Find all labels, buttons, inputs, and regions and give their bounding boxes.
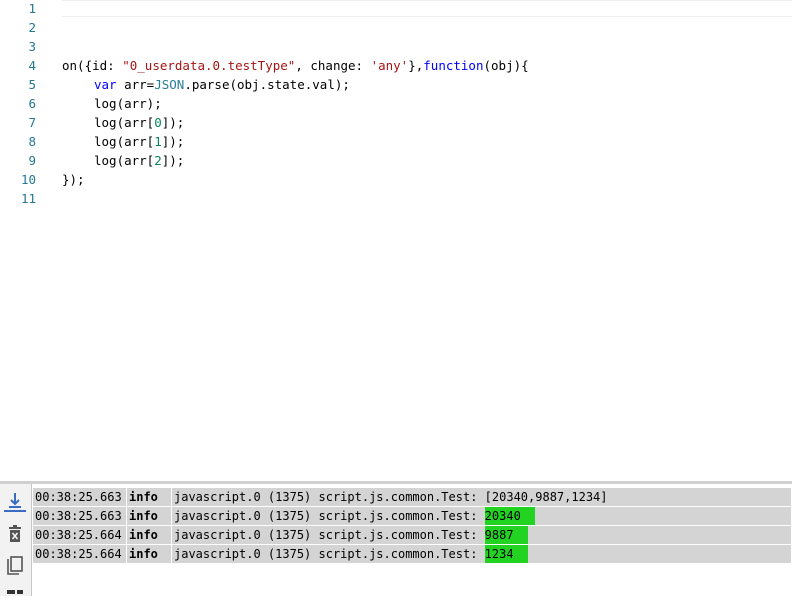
log-time: 00:38:25.663 xyxy=(33,507,126,525)
copy-icon[interactable] xyxy=(3,554,27,578)
code-token: log(arr[ xyxy=(94,153,155,168)
code-token: log(arr); xyxy=(94,96,162,111)
log-message: javascript.0 (1375) script.js.common.Tes… xyxy=(172,488,791,506)
line-number: 11 xyxy=(20,191,36,206)
code-token-keyword: function xyxy=(423,58,484,73)
log-time: 00:38:25.664 xyxy=(33,526,126,544)
code-line-7[interactable]: log(arr[0]); xyxy=(62,113,184,132)
log-row: 00:38:25.664 info javascript.0 (1375) sc… xyxy=(33,526,791,544)
line-number: 7 xyxy=(28,115,36,130)
log-value-highlight: 1234 xyxy=(484,545,528,563)
code-token-number: 0 xyxy=(154,115,162,130)
log-source: javascript.0 (1375) script.js.common.Tes… xyxy=(174,547,485,561)
code-token-keyword: var xyxy=(94,77,117,92)
code-line-4[interactable]: on({id: "0_userdata.0.testType", change:… xyxy=(62,56,529,75)
code-token: (obj){ xyxy=(483,58,529,73)
log-time: 00:38:25.663 xyxy=(33,488,126,506)
log-row: 00:38:25.663 info javascript.0 (1375) sc… xyxy=(33,507,791,525)
log-value: [20340,9887,1234] xyxy=(484,490,608,504)
log-value-highlight: 9887 xyxy=(484,526,528,544)
code-token: ]); xyxy=(161,153,185,168)
log-message: javascript.0 (1375) script.js.common.Tes… xyxy=(172,545,791,563)
code-token: ]); xyxy=(161,134,185,149)
code-token: on({id: xyxy=(62,58,123,73)
log-toolbar xyxy=(0,484,32,596)
log-severity: info xyxy=(127,488,171,506)
log-panel: 00:38:25.663 info javascript.0 (1375) sc… xyxy=(0,481,792,596)
code-token: .parse(obj.state.val); xyxy=(184,77,350,92)
code-editor[interactable]: 1 2 3 4 5 6 7 8 9 10 11 on({id: "0_userd… xyxy=(0,0,792,481)
code-line-6[interactable]: log(arr); xyxy=(62,94,162,113)
clear-log-icon[interactable] xyxy=(3,522,27,546)
code-token: log(arr[ xyxy=(94,115,155,130)
log-message: javascript.0 (1375) script.js.common.Tes… xyxy=(172,507,791,525)
log-source: javascript.0 (1375) script.js.common.Tes… xyxy=(174,490,485,504)
line-number: 8 xyxy=(28,134,36,149)
code-token-number: 2 xyxy=(154,153,162,168)
line-number: 6 xyxy=(28,96,36,111)
line-number: 10 xyxy=(20,172,36,187)
code-line-5[interactable]: var arr=JSON.parse(obj.state.val); xyxy=(62,75,350,94)
line-number: 5 xyxy=(28,77,36,92)
code-token: }); xyxy=(62,172,85,187)
line-number: 2 xyxy=(28,20,36,35)
log-source: javascript.0 (1375) script.js.common.Tes… xyxy=(174,528,485,542)
code-token: arr= xyxy=(116,77,155,92)
line-number: 9 xyxy=(28,153,36,168)
code-token: , change: xyxy=(295,58,371,73)
log-value-highlight: 20340 xyxy=(484,507,535,525)
log-row: 00:38:25.664 info javascript.0 (1375) sc… xyxy=(33,545,791,563)
active-tool-indicator xyxy=(4,510,26,512)
line-number: 1 xyxy=(28,1,36,16)
filter-icon[interactable] xyxy=(3,582,27,606)
current-line-highlight xyxy=(62,0,792,17)
code-token-number: 1 xyxy=(154,134,162,149)
log-severity: info xyxy=(127,545,171,563)
log-message: javascript.0 (1375) script.js.common.Tes… xyxy=(172,526,791,544)
log-severity: info xyxy=(127,507,171,525)
code-token-string: 'any' xyxy=(370,58,409,73)
line-number: 3 xyxy=(28,39,36,54)
code-token-type: JSON xyxy=(154,77,185,92)
log-severity: info xyxy=(127,526,171,544)
code-line-10[interactable]: }); xyxy=(62,170,85,189)
code-token: }, xyxy=(408,58,424,73)
code-line-9[interactable]: log(arr[2]); xyxy=(62,151,184,170)
code-token: ]); xyxy=(161,115,185,130)
line-number: 4 xyxy=(28,58,36,73)
log-time: 00:38:25.664 xyxy=(33,545,126,563)
log-source: javascript.0 (1375) script.js.common.Tes… xyxy=(174,509,485,523)
scroll-to-bottom-icon[interactable] xyxy=(3,488,27,512)
log-row: 00:38:25.663 info javascript.0 (1375) sc… xyxy=(33,488,791,506)
code-token-string: "0_userdata.0.testType" xyxy=(122,58,296,73)
code-line-8[interactable]: log(arr[1]); xyxy=(62,132,184,151)
code-token: log(arr[ xyxy=(94,134,155,149)
